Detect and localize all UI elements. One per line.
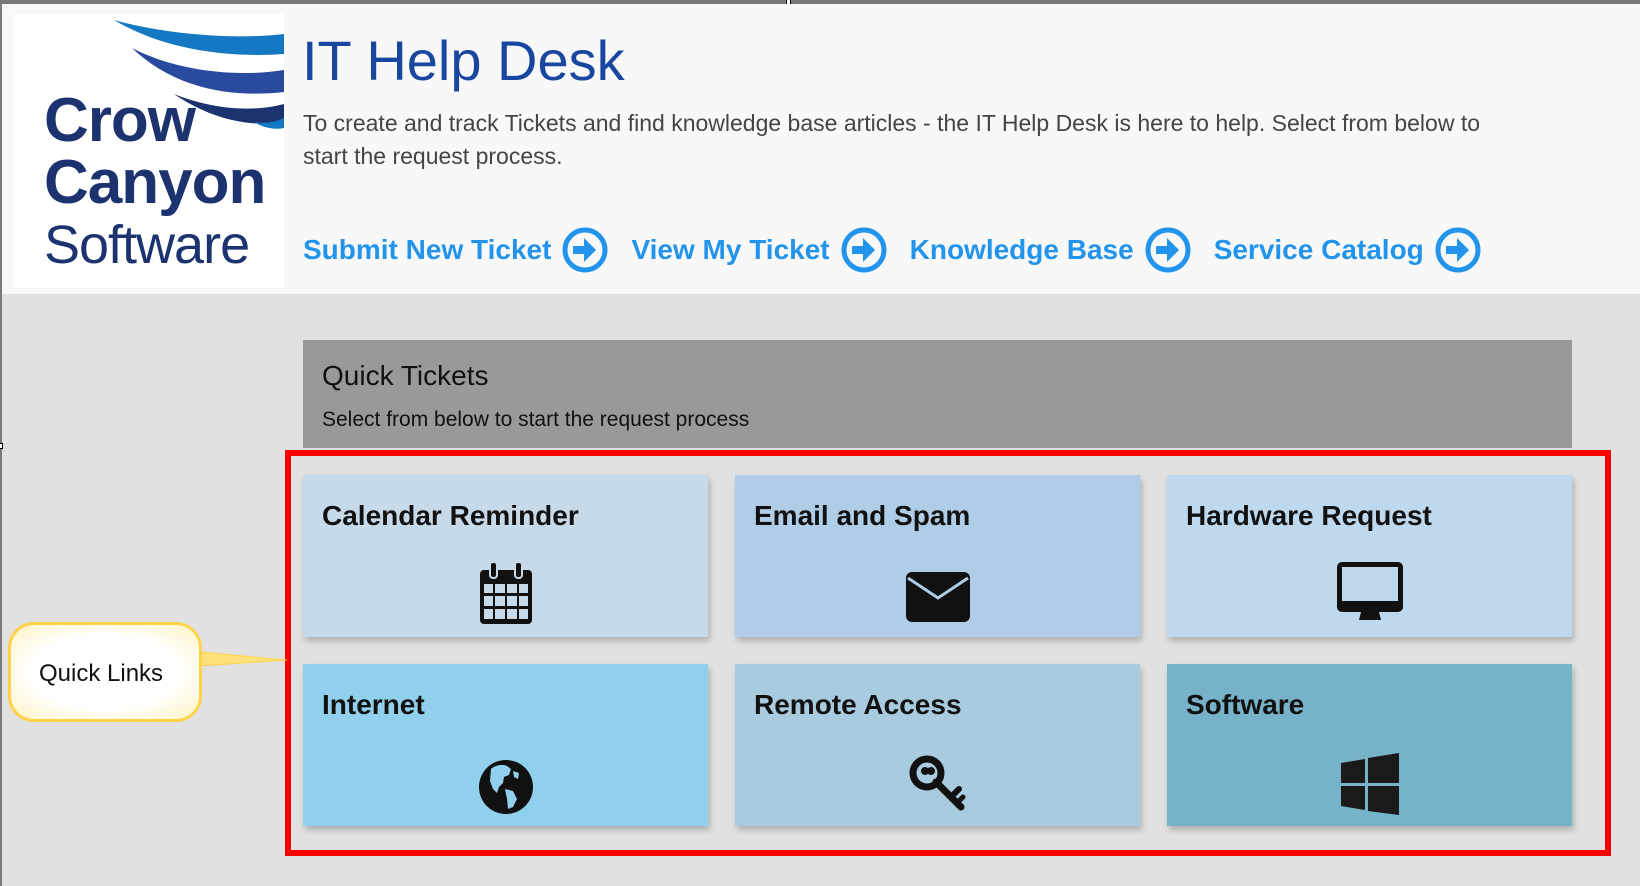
tile-label: Software — [1186, 689, 1305, 720]
callout-pointer — [199, 651, 288, 667]
logo-text-crow: Crow — [44, 86, 196, 155]
service-catalog-link[interactable]: Service Catalog — [1214, 226, 1482, 274]
page-description: To create and track Tickets and find kno… — [303, 110, 1480, 169]
nav-link-label: Knowledge Base — [909, 234, 1134, 265]
tile-remote-access[interactable]: Remote Access — [735, 664, 1140, 826]
tile-label: Calendar Reminder — [322, 500, 579, 531]
nav-link-label: Submit New Ticket — [303, 234, 552, 265]
tile-label: Email and Spam — [754, 500, 971, 531]
arrow-circle-right-icon — [1145, 227, 1191, 273]
header-nav: Submit New Ticket View My Ticket Knowled… — [303, 226, 1504, 274]
tile-calendar-reminder[interactable]: Calendar Reminder — [303, 475, 708, 637]
tile-label: Remote Access — [754, 689, 962, 720]
arrow-circle-right-icon — [841, 227, 887, 273]
page-title: IT Help Desk — [302, 29, 625, 92]
knowledge-base-link[interactable]: Knowledge Base — [910, 226, 1192, 274]
key-icon — [909, 755, 965, 811]
nav-link-label: View My Ticket — [631, 234, 830, 265]
tile-label: Internet — [322, 689, 425, 720]
company-logo: Crow Canyon Software — [14, 14, 284, 288]
quick-links-callout: Quick Links — [8, 622, 202, 722]
arrow-circle-right-icon — [562, 227, 608, 273]
quick-tickets-header: Quick Tickets Select from below to start… — [303, 340, 1572, 448]
callout-text: Quick Links — [39, 660, 164, 687]
logo-text-canyon: Canyon — [44, 148, 266, 217]
quick-tickets-title: Quick Tickets — [322, 360, 489, 391]
nav-link-label: Service Catalog — [1213, 234, 1424, 265]
calendar-icon — [479, 561, 532, 624]
logo-text-software: Software — [44, 215, 250, 275]
resize-handle[interactable] — [0, 443, 3, 449]
arrow-circle-right-icon — [1435, 227, 1481, 273]
tile-hardware-request[interactable]: Hardware Request — [1167, 475, 1572, 637]
tile-label: Hardware Request — [1186, 500, 1432, 531]
tile-internet[interactable]: Internet — [303, 664, 708, 826]
tile-software[interactable]: Software — [1167, 664, 1572, 826]
monitor-icon — [1336, 562, 1403, 620]
tile-email-and-spam[interactable]: Email and Spam — [735, 475, 1140, 637]
page-header: Crow Canyon Software IT Help Desk To cre… — [2, 4, 1640, 294]
view-my-ticket-link[interactable]: View My Ticket — [631, 226, 887, 274]
quick-tickets-subtitle: Select from below to start the request p… — [322, 408, 750, 431]
globe-icon — [478, 760, 533, 814]
windows-icon — [1340, 753, 1399, 815]
envelope-icon — [905, 572, 970, 622]
submit-new-ticket-link[interactable]: Submit New Ticket — [303, 226, 609, 274]
